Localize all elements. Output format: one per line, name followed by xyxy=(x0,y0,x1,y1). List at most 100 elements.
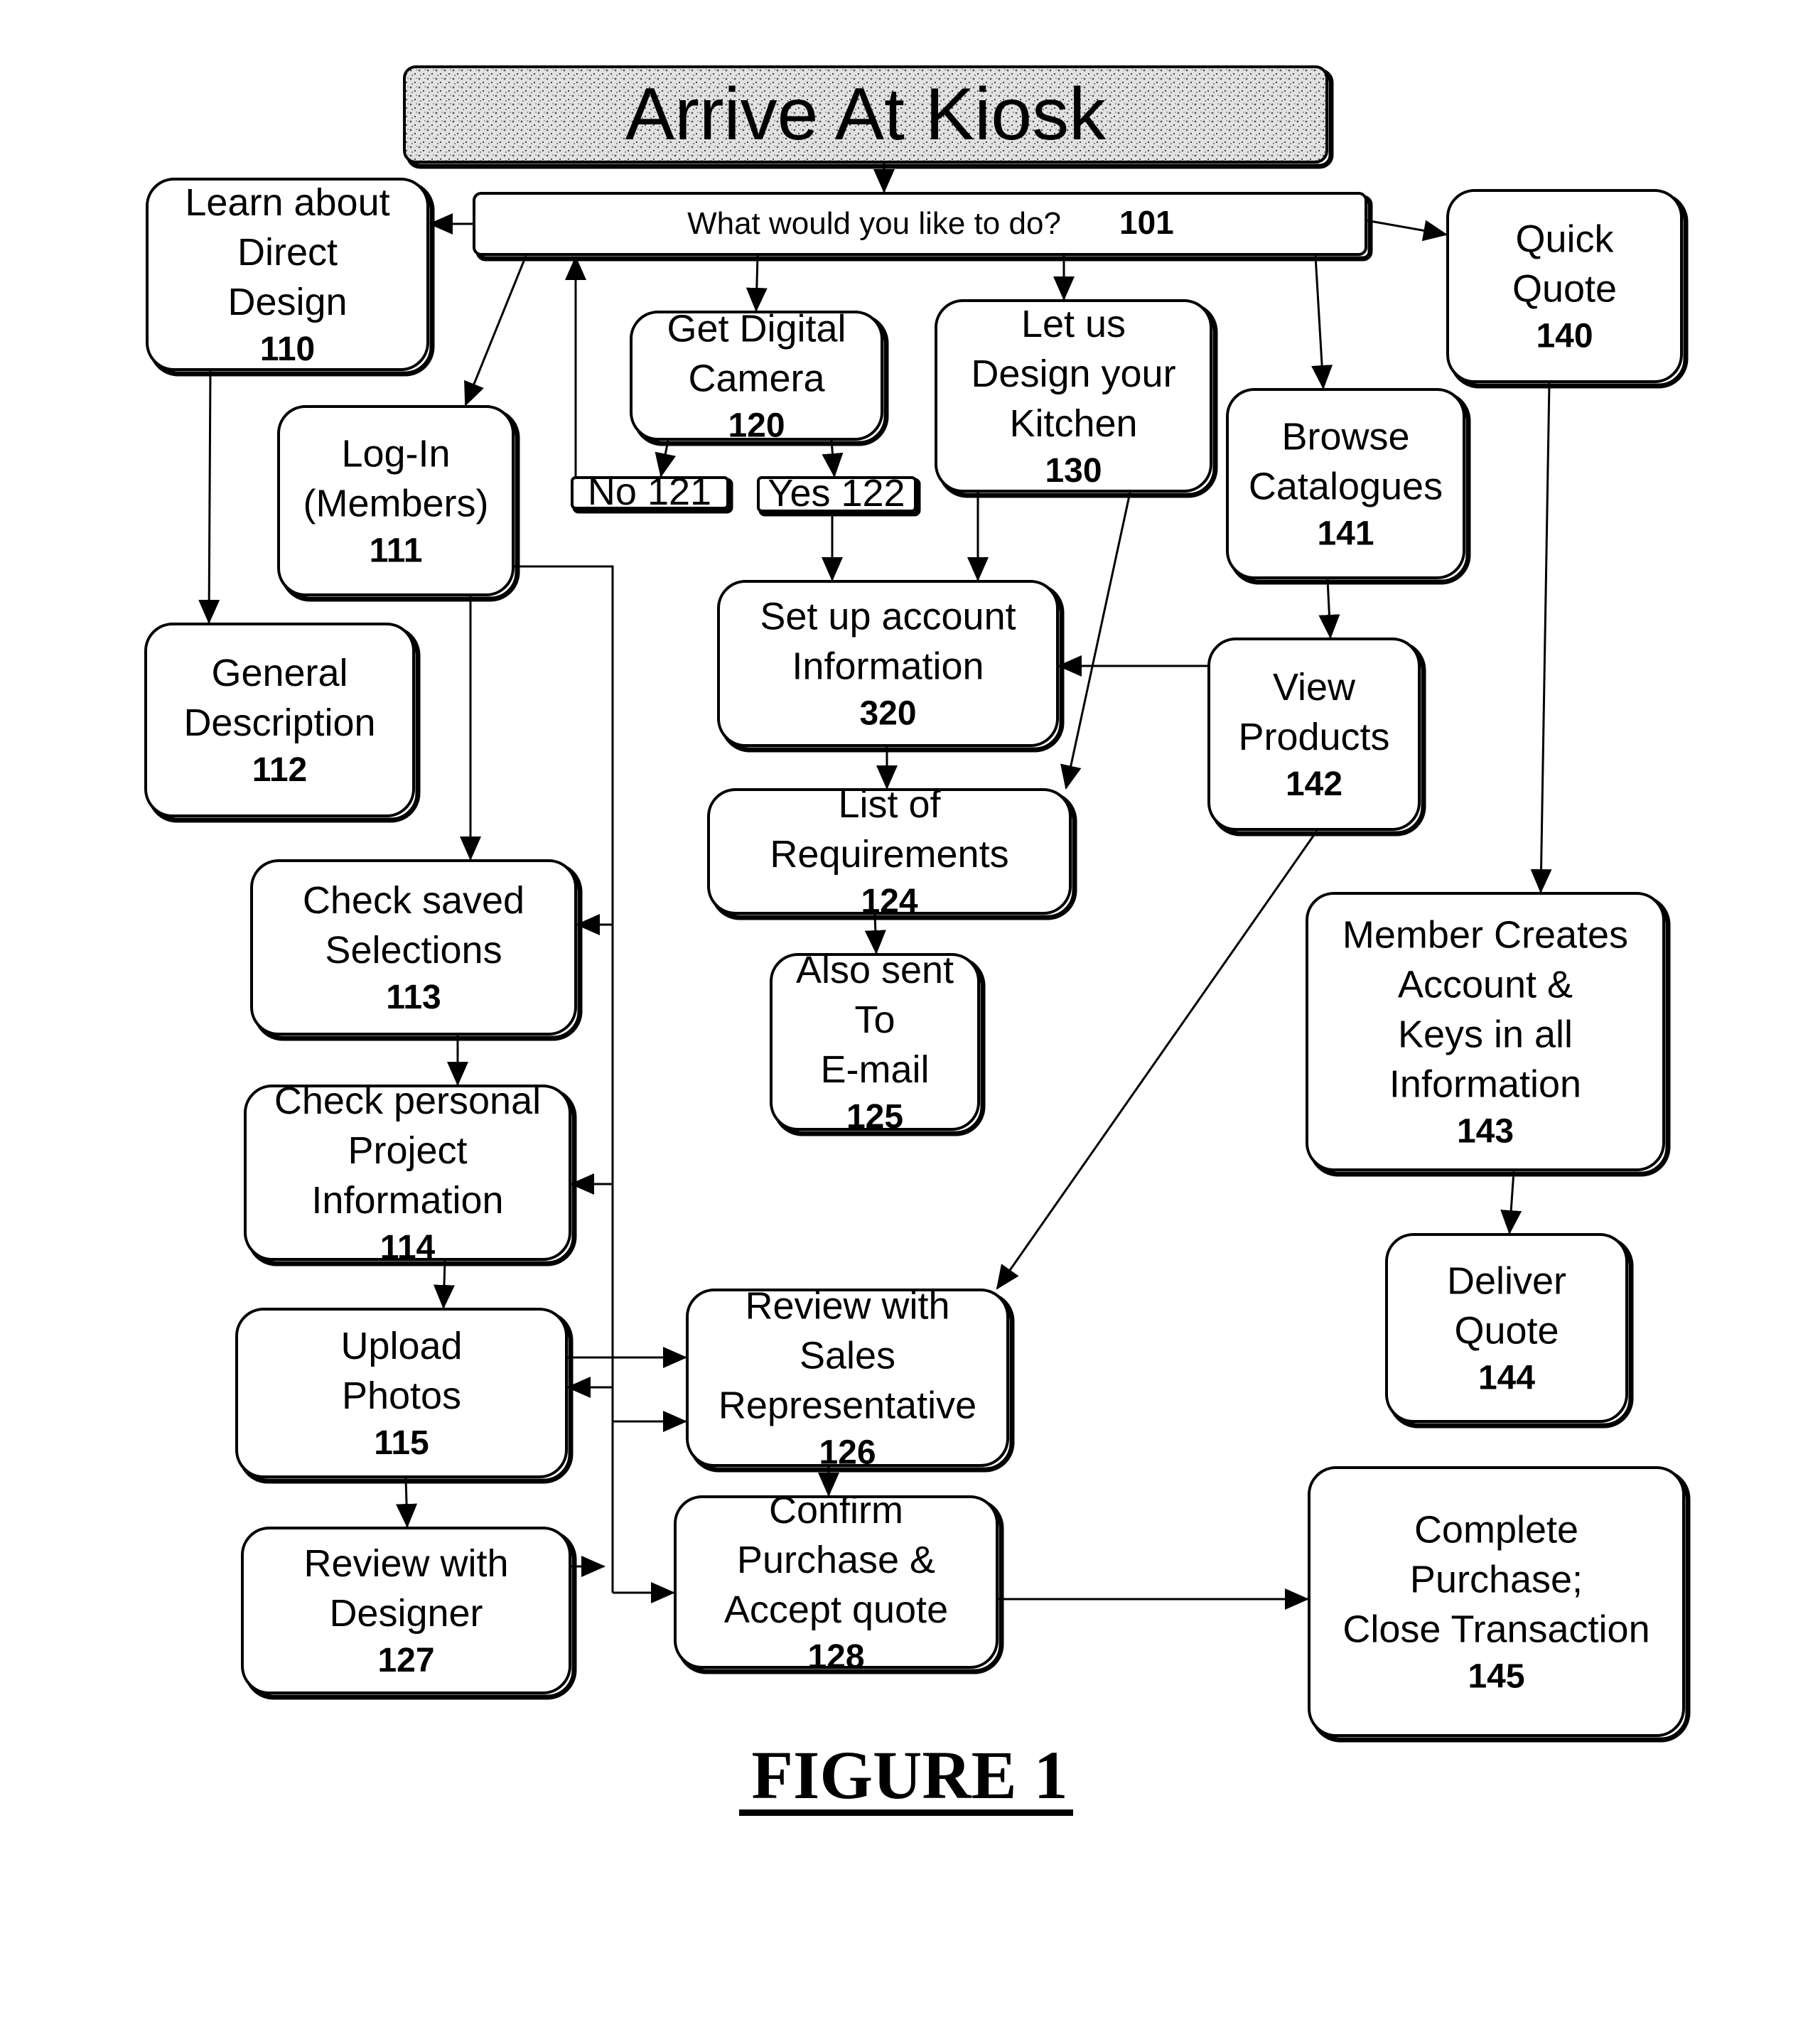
node-145[interactable]: Complete Purchase; Close Transaction 145 xyxy=(1308,1466,1691,1743)
node-ref-number: 141 xyxy=(1317,515,1374,553)
node-label-line: Quote xyxy=(1512,268,1617,311)
node-label-line: Information xyxy=(311,1179,503,1222)
node-ref-number: 127 xyxy=(377,1642,434,1679)
node-101-question[interactable]: What would you like to do? 101 xyxy=(473,192,1373,262)
node-130[interactable]: Let us Design your Kitchen 130 xyxy=(935,299,1218,498)
node-label-line: Project xyxy=(348,1129,467,1172)
node-ref-number: 320 xyxy=(859,695,916,733)
edge-101-to-111 xyxy=(464,255,527,407)
node-ref-number: 113 xyxy=(386,979,441,1016)
node-label-line: View xyxy=(1273,666,1356,709)
node-ref-number: 115 xyxy=(374,1424,429,1462)
node-110[interactable]: Learn about Direct Design 110 xyxy=(146,178,435,377)
edge-110-to-112 xyxy=(198,370,220,624)
node-label-line: Designer xyxy=(329,1592,483,1635)
node-label-line: Design xyxy=(227,281,347,323)
node-label-line: Browse xyxy=(1281,416,1409,458)
node-label-line: Quick xyxy=(1515,218,1614,261)
node-label-line: Selections xyxy=(325,929,502,972)
node-144[interactable]: Deliver Quote 144 xyxy=(1385,1233,1634,1429)
node-label-line: Purchase; xyxy=(1410,1559,1583,1601)
node-label-line: Requirements xyxy=(770,833,1008,876)
node-ref-number: 124 xyxy=(861,883,917,920)
node-label-line: Design your xyxy=(971,353,1175,395)
node-320[interactable]: Set up account Information 320 xyxy=(717,580,1065,753)
node-label-line: Description xyxy=(183,701,375,744)
node-124[interactable]: List of Requirements 124 xyxy=(707,783,1077,920)
node-label-line: To xyxy=(854,999,895,1041)
node-label-line: Products xyxy=(1238,716,1389,758)
node-127[interactable]: Review with Designer 127 xyxy=(241,1527,577,1700)
node-label-line: Information xyxy=(792,645,984,688)
node-112[interactable]: General Description 112 xyxy=(144,623,421,823)
node-140[interactable]: Quick Quote 140 xyxy=(1446,189,1689,389)
node-label-line: Set up account xyxy=(760,596,1016,638)
node-ref-number: 112 xyxy=(252,751,307,789)
node-122-label: Yes 122 xyxy=(768,472,905,515)
edge-141-to-142 xyxy=(1318,579,1340,639)
node-label-line: Let us xyxy=(1021,303,1126,345)
node-label-line: Accept quote xyxy=(724,1588,948,1631)
edge-124-to-125 xyxy=(864,914,886,954)
node-126[interactable]: Review with Sales Representative 126 xyxy=(686,1285,1015,1473)
caption-underline xyxy=(739,1809,1073,1816)
node-ref-number: 114 xyxy=(380,1229,436,1266)
node-ref-number: 110 xyxy=(260,330,315,368)
node-label-line: Review with xyxy=(303,1542,508,1585)
node-label-line: Camera xyxy=(688,357,825,400)
edge-115-to-127 xyxy=(396,1478,418,1528)
node-115[interactable]: Upload Photos 115 xyxy=(235,1308,574,1484)
node-label-line: Catalogues xyxy=(1249,466,1443,508)
node-141[interactable]: Browse Catalogues 141 xyxy=(1226,388,1471,585)
node-122-yes[interactable]: Yes 122 xyxy=(757,472,921,517)
node-114[interactable]: Check personal Project Information 114 xyxy=(244,1080,577,1266)
node-label-line: General xyxy=(211,652,348,694)
node-label-line: List of xyxy=(838,783,941,826)
caption-label: FIGURE 1 xyxy=(751,1737,1067,1813)
node-ref-number: 128 xyxy=(807,1638,864,1676)
node-label-line: Direct xyxy=(237,231,338,274)
node-label-line: Learn about xyxy=(185,181,389,224)
node-ref-number: 130 xyxy=(1045,452,1102,490)
node-label-line: Sales xyxy=(800,1335,895,1377)
node-label-line: Review with xyxy=(745,1285,949,1328)
node-label-line: Upload xyxy=(340,1325,462,1367)
node-label-line: Confirm xyxy=(769,1489,903,1532)
node-label-line: Log-In xyxy=(341,433,450,475)
node-arrive-at-kiosk[interactable]: Arrive At Kiosk xyxy=(403,65,1334,169)
node-ref-number: 144 xyxy=(1478,1360,1535,1397)
edge-114-to-115 xyxy=(433,1260,455,1309)
node-113[interactable]: Check saved Selections 113 xyxy=(250,859,583,1041)
node-label-line: Member Creates xyxy=(1342,914,1628,957)
node-label-line: Quote xyxy=(1454,1310,1559,1352)
node-ref-number: 140 xyxy=(1536,318,1593,355)
edge-101-to-120 xyxy=(746,255,768,312)
edge-101-to-140 xyxy=(1365,219,1448,242)
node-label-line: Photos xyxy=(342,1375,461,1417)
node-ref-number: 142 xyxy=(1286,765,1342,803)
edge-101-to-141 xyxy=(1311,255,1333,389)
question-ref: 101 xyxy=(1119,204,1174,241)
node-label-line: Get Digital xyxy=(667,308,846,350)
node-120[interactable]: Get Digital Camera 120 xyxy=(630,308,889,446)
node-125[interactable]: Also sent To E-mail 125 xyxy=(770,949,986,1136)
node-label-line: (Members) xyxy=(303,483,488,525)
title-label: Arrive At Kiosk xyxy=(625,73,1107,156)
node-label-line: Representative xyxy=(718,1384,976,1427)
node-121-no[interactable]: No 121 xyxy=(571,470,733,514)
node-label-line: Keys in all xyxy=(1398,1013,1573,1056)
node-143[interactable]: Member Creates Account & Keys in all Inform… xyxy=(1306,892,1671,1177)
node-ref-number: 143 xyxy=(1457,1113,1514,1151)
node-ref-number: 145 xyxy=(1468,1658,1524,1696)
node-128[interactable]: Confirm Purchase & Accept quote 128 xyxy=(674,1489,1004,1676)
node-label-line: Check personal xyxy=(274,1080,541,1122)
node-label-line: Check saved xyxy=(303,879,524,922)
node-label-line: Deliver xyxy=(1447,1260,1566,1303)
node-142[interactable]: View Products 142 xyxy=(1207,638,1426,837)
edge-143-to-144 xyxy=(1500,1171,1522,1235)
node-label-line: Information xyxy=(1389,1063,1581,1106)
node-label-line: Account & xyxy=(1398,964,1573,1006)
node-label-line: Also sent xyxy=(796,949,954,991)
node-111[interactable]: Log-In (Members) 111 xyxy=(277,405,520,602)
edge-130-to-124 xyxy=(1060,492,1131,790)
